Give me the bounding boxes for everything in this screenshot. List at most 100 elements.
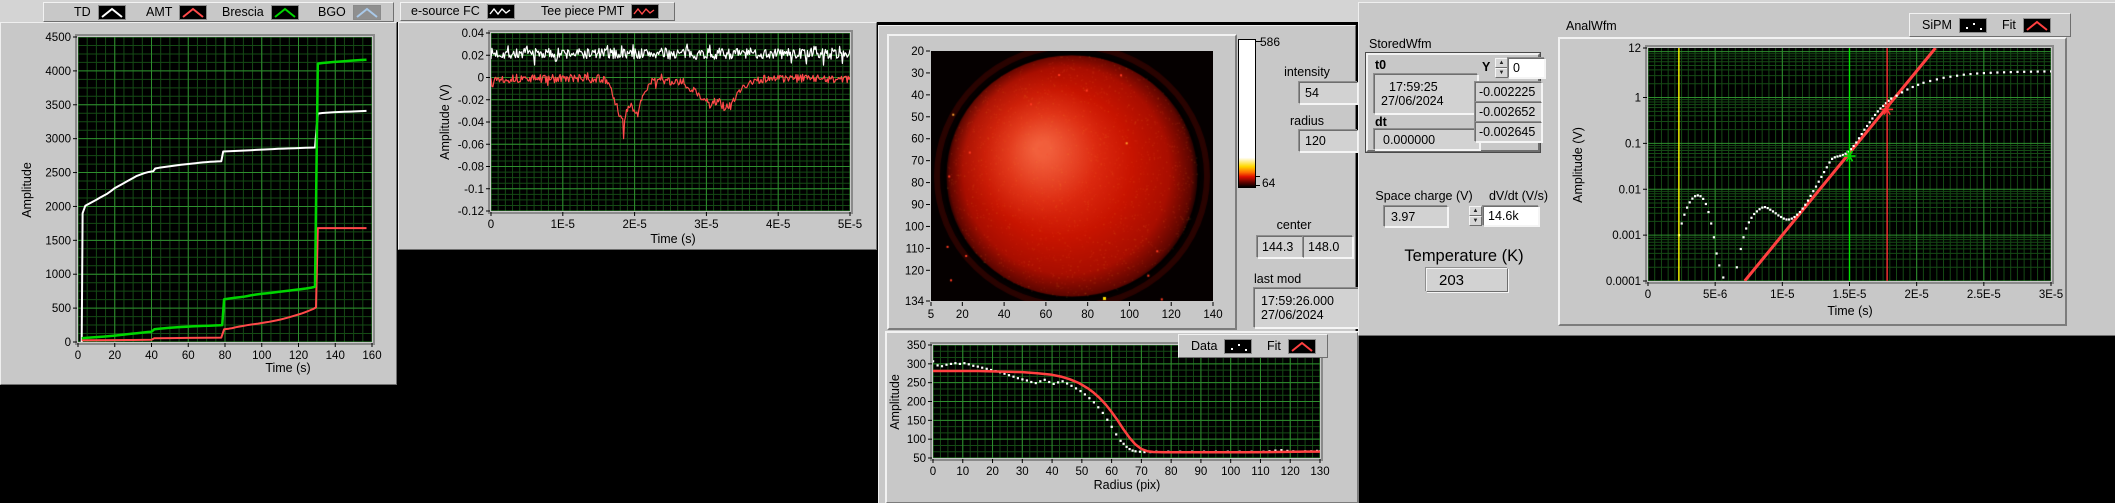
legend-label-fit: Fit (1267, 339, 1281, 353)
dvdt-up-arrow[interactable]: ▲ (1469, 206, 1482, 216)
legend-label-sipm: SiPM (1922, 18, 1952, 32)
legend-item-data[interactable]: Data (1191, 338, 1253, 354)
legend-item-bgo[interactable]: BGO (318, 4, 381, 20)
svg-text:120: 120 (905, 265, 924, 277)
legend-item-tee-piece-pmt[interactable]: Tee piece PMT (541, 3, 660, 19)
plot-glyph-esource-fc[interactable] (486, 3, 515, 19)
svg-text:200: 200 (907, 397, 926, 409)
svg-text:20: 20 (911, 46, 924, 58)
plot-glyph-tee-piece-pmt[interactable] (631, 3, 660, 19)
svg-text:40: 40 (145, 350, 158, 362)
svg-text:0.04: 0.04 (462, 28, 485, 40)
svg-text:100: 100 (907, 434, 926, 446)
svg-text:80: 80 (1165, 466, 1178, 478)
temperature-value: 203 (1426, 268, 1508, 292)
plot-glyph-bgo[interactable] (352, 4, 381, 20)
svg-text:Amplitude: Amplitude (888, 374, 902, 430)
intensity-label: intensity (1284, 65, 1330, 79)
temperature-label: Temperature (K) (1404, 247, 1524, 265)
svg-text:0: 0 (930, 466, 936, 478)
t0-time: 17:59:25 (1389, 80, 1438, 94)
legend-item-fit[interactable]: Fit (1267, 338, 1316, 354)
svg-text:134: 134 (905, 296, 925, 308)
svg-text:130: 130 (1310, 466, 1329, 478)
svg-text:0: 0 (75, 350, 81, 362)
labview-front-panel: 0 20 40 60 80 100 120 140 160 0 500 1000 1500 2000 250… (0, 0, 2115, 503)
beam-image-canvas[interactable] (931, 51, 1213, 301)
svg-text:2E-5: 2E-5 (622, 219, 646, 231)
svg-text:160: 160 (362, 350, 381, 362)
main-rate-chart[interactable]: 0 20 40 60 80 100 120 140 1600500100015002000250… (1, 23, 396, 384)
svg-text:40: 40 (911, 90, 924, 102)
beam-analysis-panel: 5 20 40 60 80 100 120 140 20 30 40 50 60 70 80 90 100 110… (878, 25, 1359, 503)
svg-text:140: 140 (326, 350, 345, 362)
svg-text:-0.02: -0.02 (458, 95, 484, 107)
svg-text:0: 0 (1645, 289, 1651, 301)
analwfm-subpanel: 0 5E-6 1E-5 1.5E-5 2E-5 2.5E-5 3E-5 12 1 0.1 0.01 0… (1558, 37, 2067, 326)
svg-text:0.1: 0.1 (1625, 138, 1641, 150)
legend-label-tee-piece-pmt: Tee piece PMT (541, 4, 625, 18)
legend-label-td: TD (74, 5, 91, 19)
plot-glyph-data[interactable] (1224, 338, 1253, 354)
svg-text:Amplitude: Amplitude (20, 162, 34, 218)
svg-text:1500: 1500 (45, 235, 71, 247)
plot-glyph-td[interactable] (97, 4, 126, 20)
esource-chart[interactable]: 0 1E-5 2E-5 3E-5 4E-5 5E-5 0.04 0.02 0 -0.02 -0.04… (399, 23, 876, 249)
legend-item-amt[interactable]: AMT (146, 4, 208, 20)
svg-text:110: 110 (906, 243, 924, 255)
svg-text:50: 50 (913, 453, 926, 465)
y-index-down-arrow[interactable]: ▼ (1495, 68, 1508, 78)
plot-glyph-fit[interactable] (1287, 338, 1316, 354)
svg-text:Amplitude (V): Amplitude (V) (438, 84, 452, 160)
space-charge-value: 3.97 (1384, 206, 1448, 227)
svg-text:60: 60 (911, 134, 924, 146)
svg-text:60: 60 (1039, 309, 1052, 321)
radial-profile-chart[interactable]: 0 10 20 30 40 50 60 70 80 90 100 110 120 130 50 100 150 2… (887, 333, 1357, 502)
svg-text:0: 0 (488, 219, 494, 231)
svg-text:90: 90 (1195, 466, 1208, 478)
legend-item-sipm[interactable]: SiPM (1922, 17, 1987, 33)
legend-item-td[interactable]: TD (74, 4, 126, 20)
svg-text:80: 80 (1081, 309, 1094, 321)
svg-text:0: 0 (478, 73, 484, 85)
t0-label: t0 (1375, 58, 1387, 72)
last-mod-value: 17:59:26.000 27/06/2024 (1254, 288, 1359, 328)
dvdt-label: dV/dt (V/s) (1488, 189, 1549, 203)
legend-item-brescia[interactable]: Brescia (222, 4, 299, 20)
svg-text:-0.12: -0.12 (458, 206, 484, 218)
svg-text:-0.04: -0.04 (458, 117, 485, 129)
last-mod-date: 27/06/2024 (1261, 308, 1324, 322)
y-index-value[interactable]: 0 (1508, 58, 1545, 78)
svg-text:1000: 1000 (45, 269, 71, 281)
svg-text:12: 12 (1628, 43, 1641, 55)
legend-label-esource-fc: e-source FC (411, 4, 480, 18)
plot-glyph-sipm[interactable] (1958, 17, 1987, 33)
svg-text:100: 100 (1120, 309, 1139, 321)
legend-item-anal-fit[interactable]: Fit (2002, 17, 2051, 33)
plot-glyph-amt[interactable] (179, 4, 208, 20)
svg-text:Radius (pix): Radius (pix) (1094, 478, 1161, 492)
plot-glyph-brescia[interactable] (270, 4, 299, 20)
svg-text:60: 60 (182, 350, 195, 362)
analwfm-chart[interactable]: 0 5E-6 1E-5 1.5E-5 2E-5 2.5E-5 3E-5 12 1 0.1 0.01 0… (1560, 39, 2065, 324)
y-index-up-arrow[interactable]: ▲ (1495, 58, 1508, 68)
last-mod-time: 17:59:26.000 (1261, 294, 1334, 308)
svg-text:60: 60 (1105, 466, 1118, 478)
y-index-spinner[interactable]: ▲ ▼ (1495, 58, 1508, 78)
color-scale-min: 64 (1262, 176, 1276, 190)
color-scale-min-tick (1255, 176, 1260, 186)
svg-text:20: 20 (956, 309, 969, 321)
legend-label-brescia: Brescia (222, 5, 264, 19)
svg-text:30: 30 (1016, 466, 1029, 478)
dvdt-spinner[interactable]: ▲ ▼ (1469, 206, 1482, 226)
legend-item-esource-fc[interactable]: e-source FC (411, 3, 515, 19)
dvdt-down-arrow[interactable]: ▼ (1469, 216, 1482, 226)
svg-text:0.0001: 0.0001 (1606, 276, 1641, 288)
svg-text:20: 20 (108, 350, 121, 362)
color-scale-ramp[interactable] (1238, 39, 1256, 188)
radial-chart-legend: Data Fit (1178, 334, 1328, 358)
y-array-label: Y (1482, 60, 1491, 74)
plot-glyph-anal-fit[interactable] (2022, 17, 2051, 33)
svg-text:0.001: 0.001 (1612, 230, 1641, 242)
dvdt-value[interactable]: 14.6k (1483, 206, 1539, 226)
